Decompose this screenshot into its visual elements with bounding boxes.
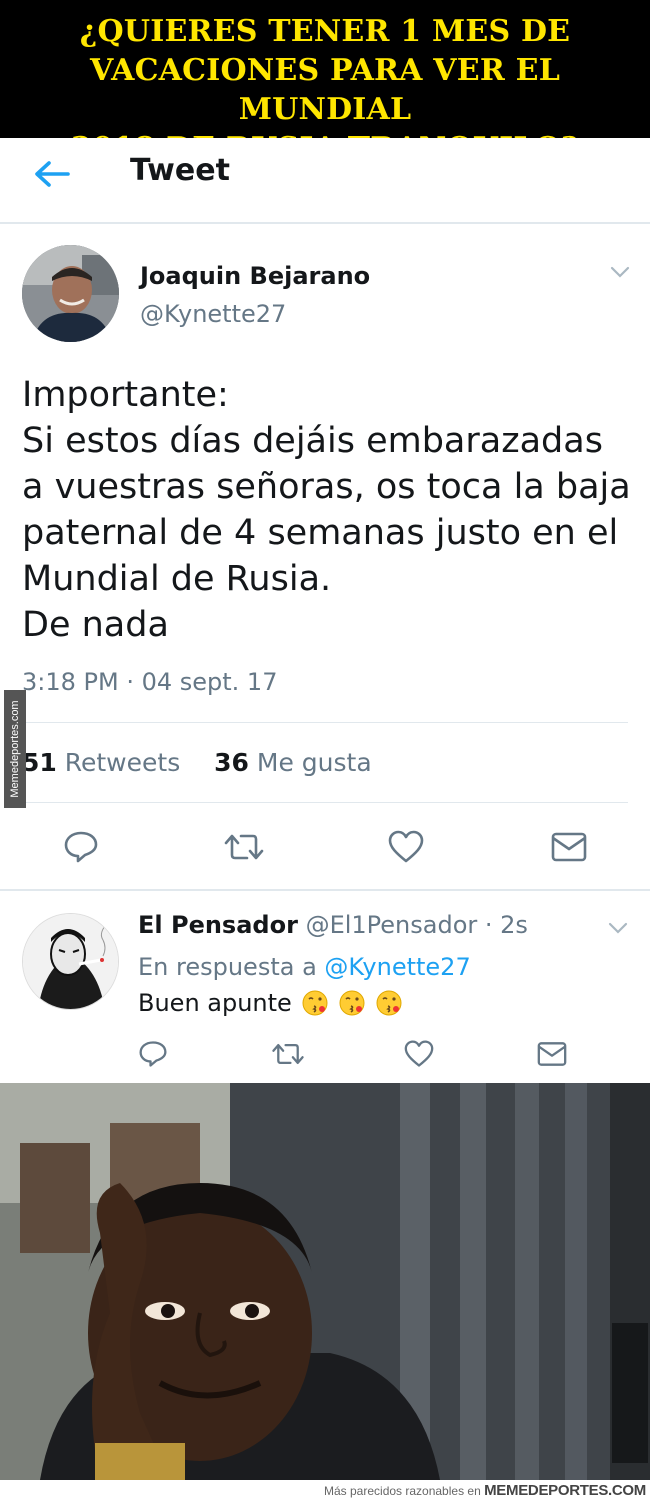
reply-text: Buen apunte [138, 989, 402, 1017]
caret-down-icon[interactable] [608, 922, 628, 934]
reply-icon[interactable] [139, 1040, 167, 1068]
likes-label[interactable]: Me gusta [257, 748, 372, 777]
retweet-icon[interactable] [271, 1040, 305, 1068]
divider [22, 722, 628, 723]
reply-user-name[interactable]: El Pensador [138, 911, 298, 939]
reply-body: Buen apunte [138, 989, 292, 1017]
retweets-label[interactable]: Retweets [65, 748, 180, 777]
side-watermark-text: Memedeportes.com [9, 700, 21, 798]
reply-author-line: El Pensador @El1Pensador · 2s [138, 911, 528, 939]
footer-prefix: Más parecidos razonables en [324, 1484, 481, 1498]
footer-brand[interactable]: MEMEDEPORTES.COM [484, 1482, 646, 1499]
meme-caption: ¿QUIERES TENER 1 MES DE VACACIONES PARA … [0, 0, 650, 166]
tweet-text: Importante: Si estos días dejáis embaraz… [22, 375, 631, 645]
divider [22, 802, 628, 803]
reply-user-handle[interactable]: @El1Pensador [306, 911, 478, 939]
message-icon[interactable] [551, 830, 587, 864]
caret-down-icon[interactable] [610, 266, 630, 278]
meme-photo [0, 1083, 650, 1480]
likes-count[interactable]: 36 [214, 748, 249, 777]
avatar[interactable] [22, 245, 119, 342]
like-icon[interactable] [388, 830, 424, 864]
back-arrow-icon[interactable] [32, 158, 72, 190]
in-reply-prefix: En respuesta a [138, 953, 317, 981]
retweet-icon[interactable] [223, 830, 265, 864]
kissing-emoji-icon [339, 990, 365, 1016]
divider [0, 889, 650, 891]
tweet-timestamp[interactable]: 3:18 PM · 04 sept. 17 [22, 668, 277, 696]
reply-icon[interactable] [64, 830, 98, 864]
caption-line: ¿QUIERES TENER 1 MES DE [79, 14, 571, 49]
tweet-stats: 51 Retweets 36 Me gusta [22, 748, 372, 777]
user-handle[interactable]: @Kynette27 [140, 300, 286, 328]
retweets-count[interactable]: 51 [22, 748, 57, 777]
like-icon[interactable] [404, 1040, 434, 1068]
user-name[interactable]: Joaquin Bejarano [140, 262, 370, 290]
in-reply-to: En respuesta a @Kynette27 [138, 953, 471, 981]
reply-mention-link[interactable]: @Kynette27 [324, 953, 470, 981]
tweet-header-bar: Tweet [0, 138, 650, 224]
kissing-emoji-icon [302, 990, 328, 1016]
message-icon[interactable] [537, 1040, 567, 1068]
reply-time: · 2s [484, 911, 528, 939]
footer-credit: Más parecidos razonables en MEMEDEPORTES… [0, 1480, 650, 1501]
page-title: Tweet [130, 153, 230, 188]
side-watermark: Memedeportes.com [4, 690, 26, 808]
caption-line: VACACIONES PARA VER EL MUNDIAL [89, 53, 560, 127]
kissing-emoji-icon [376, 990, 402, 1016]
avatar[interactable] [22, 913, 119, 1010]
